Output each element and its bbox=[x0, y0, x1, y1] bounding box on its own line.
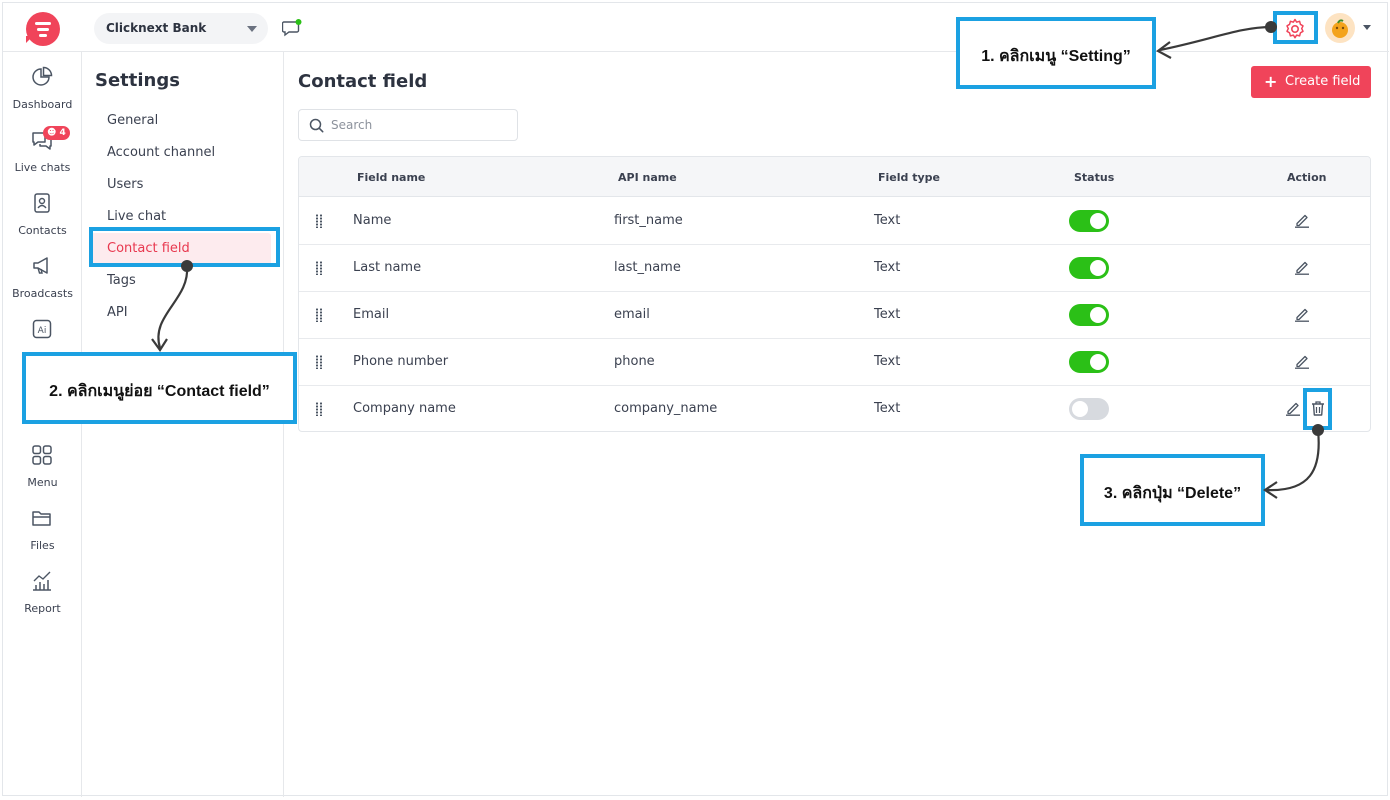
field-name: Name bbox=[353, 213, 392, 228]
rail-item-live-chats[interactable]: ☻ 4 Live chats bbox=[3, 126, 82, 187]
chat-status-icon[interactable] bbox=[282, 19, 302, 37]
avatar[interactable] bbox=[1325, 13, 1355, 43]
delete-highlight-box bbox=[1303, 388, 1332, 430]
page-title: Contact field bbox=[298, 71, 428, 92]
status-toggle[interactable] bbox=[1069, 398, 1109, 420]
rail-label: Live chats bbox=[14, 161, 71, 174]
api-name: company_name bbox=[614, 401, 718, 416]
rail-label: Report bbox=[24, 602, 61, 615]
settings-menu: Settings General Account channel Users L… bbox=[83, 52, 284, 797]
report-chart-icon bbox=[33, 571, 51, 591]
drag-handle-icon[interactable] bbox=[315, 355, 323, 369]
rail-item-contacts[interactable]: Contacts bbox=[3, 192, 82, 250]
field-type: Text bbox=[874, 213, 901, 228]
step1-callout: 1. คลิกเมนู “Setting” bbox=[956, 17, 1156, 89]
field-name: Last name bbox=[353, 260, 422, 275]
edit-pencil-icon[interactable] bbox=[1285, 400, 1301, 416]
edit-pencil-icon[interactable] bbox=[1294, 259, 1310, 275]
rail-label: Broadcasts bbox=[12, 287, 73, 300]
settings-item-tags[interactable]: Tags bbox=[91, 265, 271, 297]
live-chats-badge: ☻ 4 bbox=[43, 126, 70, 140]
rail-label: Dashboard bbox=[12, 98, 73, 111]
column-header-api-name[interactable]: API name bbox=[618, 171, 677, 184]
plus-icon: + bbox=[1264, 72, 1278, 91]
pie-chart-icon bbox=[32, 66, 53, 86]
settings-title: Settings bbox=[95, 70, 180, 91]
megaphone-icon bbox=[33, 257, 48, 274]
create-field-button[interactable]: + Create field bbox=[1251, 66, 1371, 98]
table-header: Field name API name Field type Status Ac… bbox=[299, 157, 1370, 197]
settings-highlight-box bbox=[1273, 11, 1318, 44]
create-field-label: Create field bbox=[1285, 74, 1361, 89]
contact-field-table: Field name API name Field type Status Ac… bbox=[298, 156, 1371, 432]
chevron-down-icon bbox=[247, 26, 257, 32]
field-type: Text bbox=[874, 401, 901, 416]
step2-callout: 2. คลิกเมนูย่อย “Contact field” bbox=[22, 352, 297, 424]
field-type: Text bbox=[874, 354, 901, 369]
rail-label: Menu bbox=[27, 476, 58, 489]
field-name: Phone number bbox=[353, 354, 449, 369]
search-icon bbox=[309, 118, 324, 133]
settings-item-users[interactable]: Users bbox=[91, 169, 271, 201]
field-type: Text bbox=[874, 260, 901, 275]
contact-book-icon bbox=[34, 193, 50, 213]
rail-item-dashboard[interactable]: Dashboard bbox=[3, 66, 82, 124]
contact-field-highlight-box bbox=[89, 227, 280, 267]
api-name: last_name bbox=[614, 260, 681, 275]
settings-item-account-channel[interactable]: Account channel bbox=[91, 137, 271, 169]
settings-item-general[interactable]: General bbox=[91, 105, 271, 137]
api-name: email bbox=[614, 307, 650, 322]
account-name: Clicknext Bank bbox=[106, 21, 207, 35]
api-name: phone bbox=[614, 354, 655, 369]
step3-callout: 3. คลิกปุ่ม “Delete” bbox=[1080, 454, 1265, 526]
drag-handle-icon[interactable] bbox=[315, 261, 323, 275]
drag-handle-icon[interactable] bbox=[315, 308, 323, 322]
status-toggle[interactable] bbox=[1069, 257, 1109, 279]
field-name: Company name bbox=[353, 401, 456, 416]
rail-item-broadcasts[interactable]: Broadcasts bbox=[3, 255, 82, 313]
top-bar: Clicknext Bank bbox=[3, 3, 1389, 52]
edit-pencil-icon[interactable] bbox=[1294, 212, 1310, 228]
svg-text:Ai: Ai bbox=[38, 326, 47, 336]
table-row: Company name company_name Text bbox=[299, 386, 1370, 431]
nav-rail: Dashboard ☻ 4 Live chats Contacts Broadc… bbox=[3, 52, 82, 797]
search-box[interactable] bbox=[298, 109, 518, 141]
edit-pencil-icon[interactable] bbox=[1294, 353, 1310, 369]
rail-item-report[interactable]: Report bbox=[3, 570, 82, 628]
status-toggle[interactable] bbox=[1069, 210, 1109, 232]
column-header-action: Action bbox=[1287, 171, 1327, 184]
settings-item-api[interactable]: API bbox=[91, 297, 271, 329]
folder-icon bbox=[32, 511, 51, 526]
rail-label: Contacts bbox=[18, 224, 67, 237]
table-row: Email email Text bbox=[299, 292, 1370, 339]
ai-icon: Ai bbox=[32, 319, 52, 339]
avatar-menu-caret-icon[interactable] bbox=[1363, 25, 1371, 30]
table-row: Phone number phone Text bbox=[299, 339, 1370, 386]
status-toggle[interactable] bbox=[1069, 304, 1109, 326]
column-header-field-type[interactable]: Field type bbox=[878, 171, 940, 184]
grid-icon bbox=[32, 445, 52, 465]
rail-item-files[interactable]: Files bbox=[3, 507, 82, 565]
search-input[interactable] bbox=[331, 116, 501, 134]
rail-item-menu[interactable]: Menu bbox=[3, 444, 82, 502]
status-toggle[interactable] bbox=[1069, 351, 1109, 373]
field-type: Text bbox=[874, 307, 901, 322]
drag-handle-icon[interactable] bbox=[315, 214, 323, 228]
table-row: Name first_name Text bbox=[299, 198, 1370, 245]
table-row: Last name last_name Text bbox=[299, 245, 1370, 292]
account-select[interactable]: Clicknext Bank bbox=[94, 13, 268, 44]
logo-tail bbox=[26, 36, 33, 43]
field-name: Email bbox=[353, 307, 390, 322]
edit-pencil-icon[interactable] bbox=[1294, 306, 1310, 322]
rail-label: Files bbox=[30, 539, 55, 552]
column-header-field-name[interactable]: Field name bbox=[357, 171, 425, 184]
api-name: first_name bbox=[614, 213, 683, 228]
column-header-status[interactable]: Status bbox=[1074, 171, 1114, 184]
drag-handle-icon[interactable] bbox=[315, 402, 323, 416]
